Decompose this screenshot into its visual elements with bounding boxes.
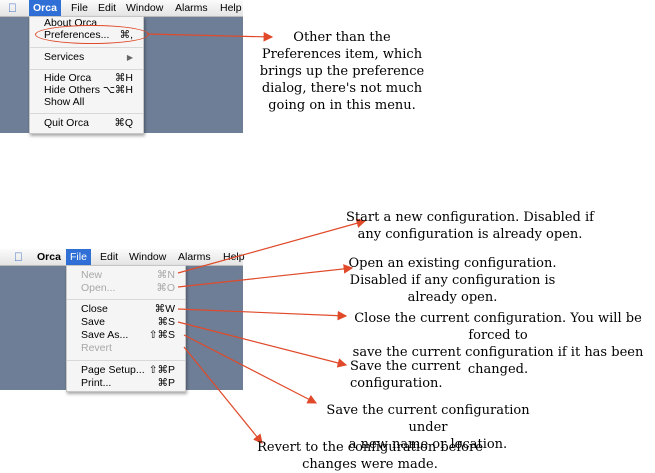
arrow-close [177,308,348,321]
arrow-open [177,264,354,288]
arrow-preferences [146,31,274,42]
note-revert: Revert to the configuration before chang… [257,440,483,472]
note-preferences: Other than the Preferences item, which b… [259,30,425,113]
note-new: Start a new configuration. Disabled if a… [346,210,594,242]
arrow-revert [183,346,263,444]
note-open: Open an existing configuration. Disabled… [348,256,557,305]
arrow-save [177,321,348,368]
note-save: Save the current configuration. [350,359,461,391]
arrow-new [177,218,367,274]
arrow-save-as [183,334,318,404]
